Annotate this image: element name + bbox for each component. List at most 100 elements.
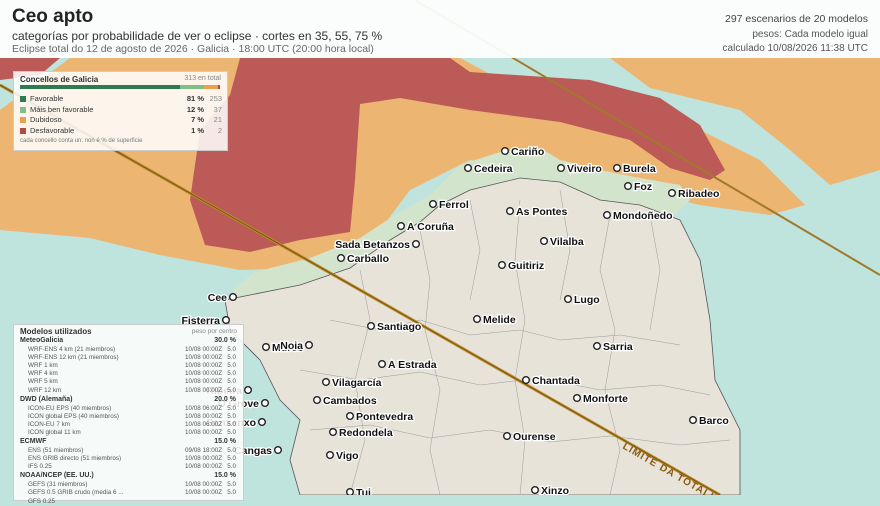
model-name: GEFS 0.5 GRIB crudo (media 6 ... [28,489,124,497]
model-run-time: 10/08 00:00Z [185,489,223,497]
place-dot [506,206,515,215]
place-name: Ribadeo [678,188,719,200]
legend-item: Dubidoso 7 % 21 [20,115,222,125]
model-weight: 5.0 [227,378,236,386]
place-dot [367,322,376,331]
legend-item-count: 21 [213,115,222,124]
place-name: Mondoñedo [613,210,672,222]
model-weight: 5.0 [227,412,236,420]
place-dot [313,396,322,405]
eclipse-info: Eclipse total do 12 de agosto de 2026 · … [12,43,374,55]
legend-item-count: 37 [213,104,222,114]
model-row: WRF 1 km 10/08 00:00Z 5.0 [28,362,240,370]
place-marker[interactable]: Redondela [329,426,394,440]
place-dot [593,342,602,351]
place-dot [498,261,507,270]
place-name: Vilalba [550,236,584,248]
model-weight: 5.0 [227,447,236,454]
model-row: GFS 0.25 [28,498,240,506]
place-dot [274,446,283,455]
place-dot [429,199,438,208]
models-panel: Modelos utilizados peso por centro Meteo… [13,324,244,505]
model-run-time: 10/08 06:00Z [185,420,223,428]
place-marker[interactable]: A Coruña [397,220,455,234]
place-name: Carballo [347,253,389,265]
place-dot [473,315,482,324]
model-run-time: 10/08 00:00Z [185,346,223,353]
place-dot [262,343,271,352]
place-dot [397,221,406,230]
place-marker[interactable]: Tui [346,486,372,495]
model-run-time: 10/08 06:00Z [185,404,223,412]
legend-item-name: Desfavorable [30,125,75,135]
legend-item-pct: 12 % [186,104,204,114]
model-run-time: 10/08 00:00Z [185,455,223,463]
place-dot [522,376,531,385]
page-title: Ceo apto [12,6,94,27]
place-dot [329,428,338,437]
place-dot [243,386,252,395]
model-run-time: 10/08 00:00Z [185,463,223,471]
model-run-time: 10/08 00:00Z [185,481,223,489]
model-name: WRF 1 km [28,362,58,370]
model-weight: 5.0 [227,489,236,497]
place-dot [346,488,354,495]
model-run-time: 10/08 00:00Z [185,386,223,394]
legend-swatch [20,117,26,123]
place-dot [501,146,510,155]
legend-item-name: Dubidoso [30,115,62,124]
model-row: WRF 12 km 10/08 00:00Z 5.0 [28,387,240,395]
legend-share-bar [20,85,220,89]
place-marker[interactable]: Sada Betanzos [334,238,421,252]
model-row: WRF-ENS 4 km (21 miembros) 10/08 00:00Z 5.… [28,346,240,354]
place-name: Burela [623,163,656,175]
place-name: Ferrol [439,199,469,211]
legend-bar-segment [204,85,219,89]
model-run-time: 10/08 00:00Z [185,428,223,436]
legend-note: cada concello conta un: non é % de super… [20,138,143,144]
place-name: Xinzo [541,485,569,495]
model-weight: 5.0 [227,362,236,370]
place-dot [305,341,314,350]
place-marker[interactable]: Vilagarcía [322,376,383,390]
model-name: ENS GRIB directo (51 miembros) [28,455,122,463]
model-weight: 5.0 [227,420,236,428]
place-name: Cedeira [474,163,513,175]
model-name: ICON global 11 km [28,428,81,436]
header-bar: Ceo apto categorías por probabilidade de… [0,0,880,58]
place-dot [228,293,237,302]
model-group-weight: 20.0 % [214,395,236,403]
legend-swatch [20,96,26,102]
place-name: Melide [483,314,516,326]
model-name: WRF 4 km [28,370,58,378]
place-dot [689,416,698,425]
model-run-time: 10/08 00:00Z [185,362,223,370]
model-name: GFS 0.25 [28,497,55,505]
place-dot [378,360,387,369]
model-row: WRF-ENS 12 km (21 miembros) 10/08 00:00Z 5… [28,354,240,362]
place-name: Chantada [532,375,580,387]
model-group-name: MeteoGalicia [20,337,64,344]
place-marker[interactable]: Mondoñedo [603,209,674,223]
legend-item-name: Favorable [30,94,64,103]
place-marker[interactable]: As Pontes [506,205,569,219]
model-weight: 5.0 [227,346,236,353]
place-name: Monforte [583,393,628,405]
legend-title: Concellos de Galicia [20,75,99,84]
model-run-time: 09/08 18:00Z [185,447,223,454]
place-name: Lugo [574,294,600,306]
model-group-weight: 15.0 % [214,472,236,480]
place-dot [557,163,566,172]
model-row: GEFS 0.5 GRIB crudo (media 6 ... 10/08 00… [28,489,240,497]
place-dot [573,394,582,403]
model-weight: 5.0 [227,386,236,394]
place-name: Sada Betanzos [335,239,410,251]
place-name: Tui [356,487,371,495]
place-marker[interactable]: Pontevedra [346,410,415,424]
model-row: ICON global 11 km 10/08 00:00Z 5.0 [28,429,240,437]
place-marker[interactable]: Cambados [313,394,378,408]
place-marker[interactable]: Chantada [522,374,581,388]
place-marker[interactable]: A Estrada [378,358,438,372]
model-group: DWD (Alemaña) 20.0 % [20,396,240,405]
place-dot [531,486,540,495]
